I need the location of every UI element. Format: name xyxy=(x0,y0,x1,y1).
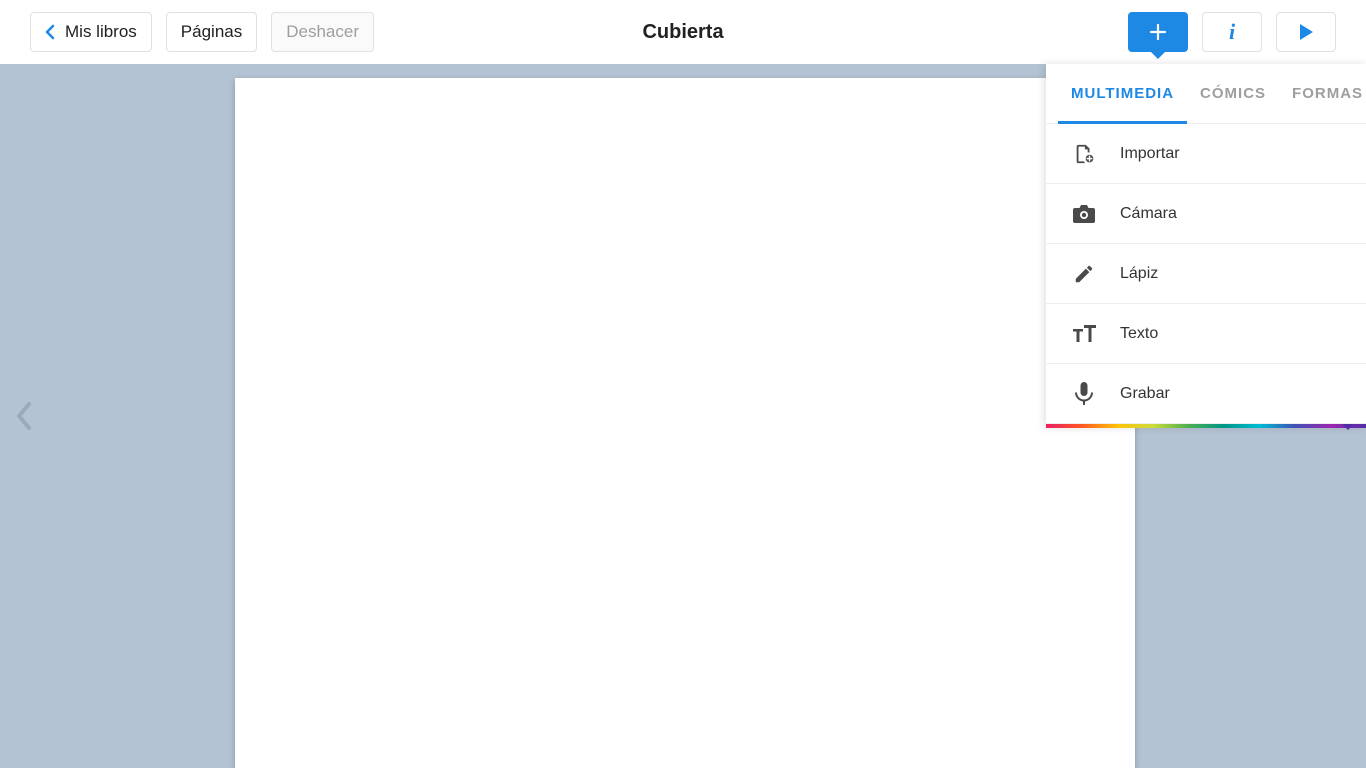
menu-import-label: Importar xyxy=(1120,145,1180,163)
menu-record-label: Grabar xyxy=(1120,385,1170,403)
tab-multimedia-label: MULTIMEDIA xyxy=(1071,85,1174,102)
pages-button[interactable]: Páginas xyxy=(166,12,257,52)
tab-comics[interactable]: CÓMICS xyxy=(1187,64,1279,123)
undo-label: Deshacer xyxy=(286,22,359,42)
previous-page-arrow xyxy=(8,400,40,432)
chevron-left-icon xyxy=(45,24,55,40)
camera-icon xyxy=(1070,203,1098,225)
page-title: Cubierta xyxy=(642,21,723,44)
tab-shapes-label: FORMAS xyxy=(1292,85,1363,102)
menu-text[interactable]: Texto xyxy=(1046,304,1366,364)
tab-comics-label: CÓMICS xyxy=(1200,85,1266,102)
add-button[interactable] xyxy=(1128,12,1188,52)
info-button[interactable]: i xyxy=(1202,12,1262,52)
text-icon xyxy=(1070,324,1098,344)
undo-button[interactable]: Deshacer xyxy=(271,12,374,52)
play-button[interactable] xyxy=(1276,12,1336,52)
menu-record[interactable]: Grabar xyxy=(1046,364,1366,424)
tab-multimedia[interactable]: MULTIMEDIA xyxy=(1058,64,1187,123)
menu-camera[interactable]: Cámara xyxy=(1046,184,1366,244)
import-file-icon xyxy=(1070,143,1098,165)
back-my-books-button[interactable]: Mis libros xyxy=(30,12,152,52)
microphone-icon xyxy=(1070,382,1098,406)
toolbar-right-group: i xyxy=(1128,12,1336,52)
cover-canvas[interactable] xyxy=(235,78,1135,768)
plus-icon xyxy=(1148,22,1168,42)
play-icon xyxy=(1298,23,1314,41)
tab-shapes[interactable]: FORMAS xyxy=(1279,64,1366,123)
top-toolbar: Mis libros Páginas Deshacer Cubierta i xyxy=(0,0,1366,64)
back-label: Mis libros xyxy=(65,22,137,42)
add-panel: MULTIMEDIA CÓMICS FORMAS Importar Cámara… xyxy=(1046,64,1366,428)
rainbow-divider xyxy=(1046,424,1366,428)
panel-tabs: MULTIMEDIA CÓMICS FORMAS xyxy=(1046,64,1366,124)
pages-label: Páginas xyxy=(181,22,242,42)
menu-text-label: Texto xyxy=(1120,325,1158,343)
menu-pencil-label: Lápiz xyxy=(1120,265,1158,283)
menu-pencil[interactable]: Lápiz xyxy=(1046,244,1366,304)
toolbar-left-group: Mis libros Páginas Deshacer xyxy=(30,12,374,52)
menu-camera-label: Cámara xyxy=(1120,205,1177,223)
info-icon: i xyxy=(1229,19,1235,45)
menu-import[interactable]: Importar xyxy=(1046,124,1366,184)
pencil-icon xyxy=(1070,263,1098,285)
